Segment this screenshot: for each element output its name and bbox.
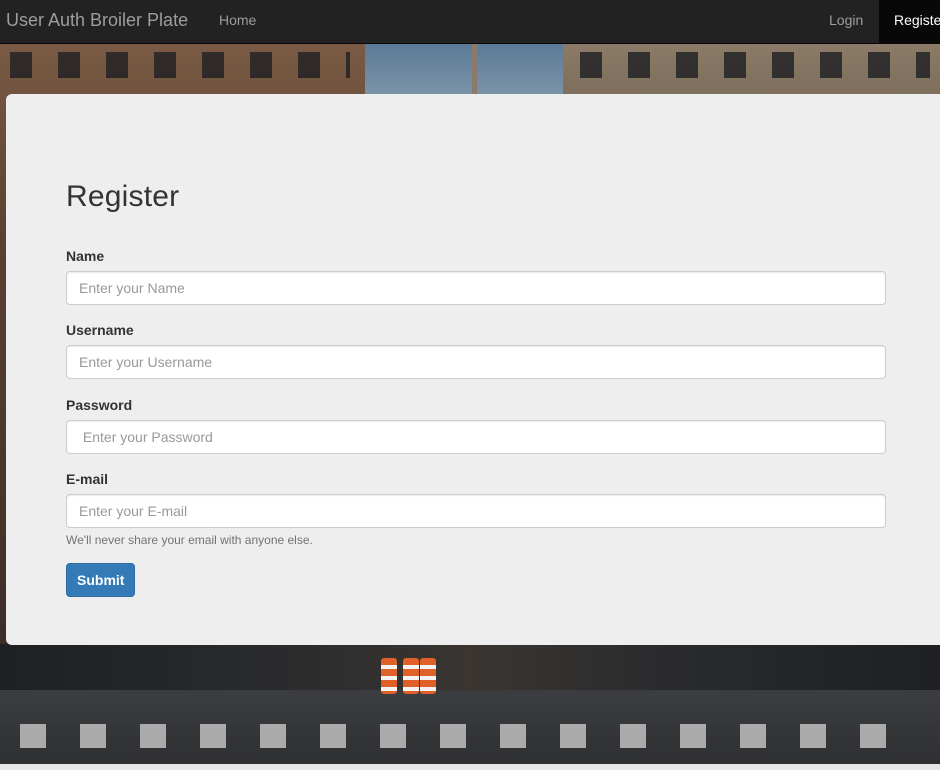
sky	[365, 44, 563, 94]
username-field[interactable]	[66, 345, 886, 379]
distant-spire	[472, 44, 477, 94]
bottom-strip	[0, 764, 940, 770]
traffic-barrel	[381, 658, 397, 694]
page-title: Register	[66, 180, 180, 213]
name-field[interactable]	[66, 271, 886, 305]
password-label: Password	[66, 397, 133, 413]
right-building-windows	[580, 52, 930, 78]
nav-home-link[interactable]: Home	[219, 0, 256, 44]
name-label: Name	[66, 248, 105, 264]
nav-login-link[interactable]: Login	[829, 0, 863, 44]
email-field[interactable]	[66, 494, 886, 528]
traffic-barrel	[420, 658, 436, 694]
submit-button[interactable]: Submit	[66, 563, 136, 597]
storefronts	[0, 644, 940, 690]
email-label: E-mail	[66, 471, 109, 487]
register-panel: Register Name Username Password E-mail W…	[6, 94, 940, 645]
username-label: Username	[66, 322, 134, 338]
traffic-barrel	[403, 658, 419, 694]
password-field[interactable]	[66, 420, 886, 454]
brand-link[interactable]: User Auth Broiler Plate	[6, 0, 188, 44]
top-navbar: User Auth Broiler Plate Home Login Regis…	[0, 0, 940, 44]
crosswalk-stripes	[20, 724, 920, 748]
nav-register-link[interactable]: Register	[879, 0, 940, 44]
left-building-windows	[10, 52, 350, 78]
email-help-text: We'll never share your email with anyone…	[66, 533, 313, 547]
